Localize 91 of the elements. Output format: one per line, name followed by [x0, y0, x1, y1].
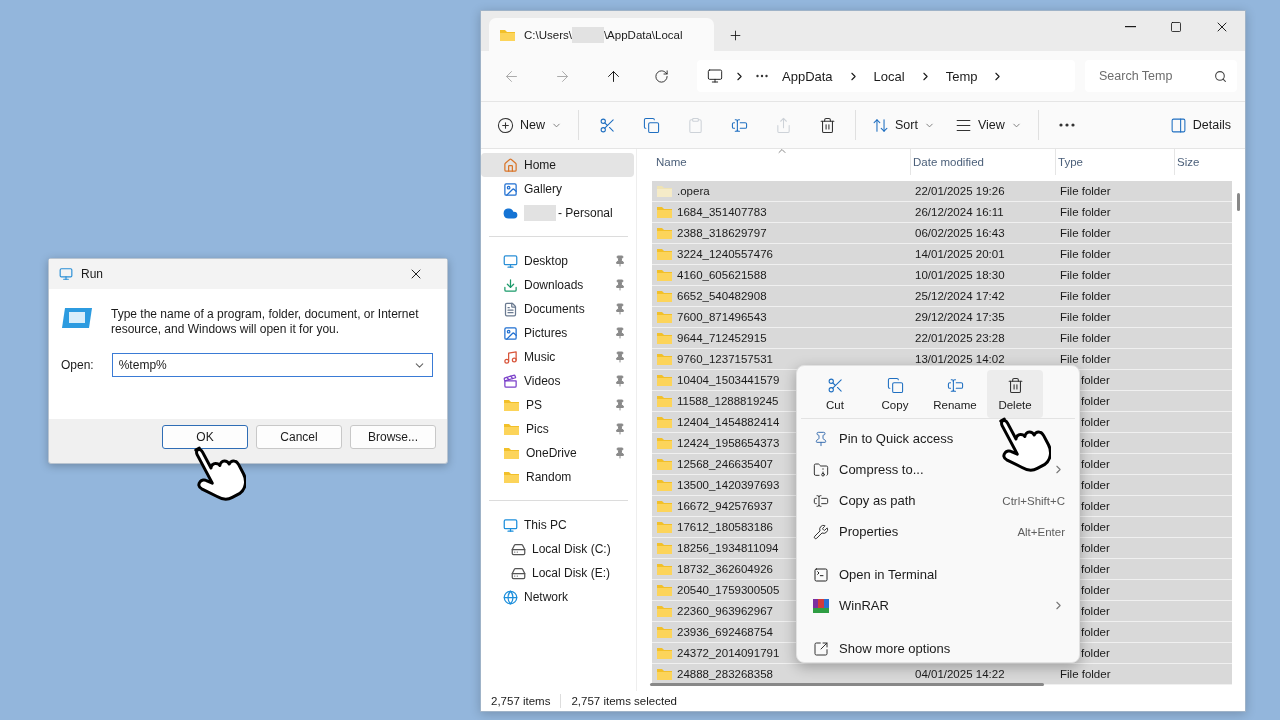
file-name: .opera — [677, 185, 710, 197]
file-name: 17612_180583186 — [677, 521, 773, 533]
file-name: 3224_1240557476 — [677, 248, 773, 260]
nav-label: Downloads — [524, 278, 584, 292]
file-name: 23936_692468754 — [677, 626, 773, 638]
file-name: 4160_605621588 — [677, 269, 767, 281]
file-name: 9760_1237157531 — [677, 353, 773, 365]
type-text: File folder — [1060, 185, 1111, 197]
nav-label: Desktop — [524, 254, 569, 268]
open-label: Open: — [61, 358, 94, 372]
type-text: folder — [1081, 395, 1110, 407]
date-text: 22/01/2025 23:28 — [915, 332, 1005, 344]
type-text: File folder — [1060, 668, 1111, 680]
type-text: folder — [1081, 605, 1110, 617]
file-name: 1684_351407783 — [677, 206, 767, 218]
file-name: 13500_1420397693 — [677, 479, 780, 491]
date-text: 06/02/2025 16:43 — [915, 227, 1005, 239]
type-text: folder — [1081, 437, 1110, 449]
nav-label: Music — [524, 350, 556, 364]
file-name: 24888_283268358 — [677, 668, 773, 680]
date-text: 22/01/2025 19:26 — [915, 185, 1005, 197]
type-text: folder — [1081, 500, 1110, 512]
nav-label: Local Disk (C:) — [532, 542, 611, 556]
file-name: 24372_2014091791 — [677, 647, 780, 659]
file-name: 18732_362604926 — [677, 563, 773, 575]
nav-label: Network — [524, 590, 568, 604]
menu-label: Properties — [839, 524, 900, 539]
menu-label: Copy as path — [839, 493, 917, 508]
file-name: 20540_1759300505 — [677, 584, 780, 596]
date-text: 29/12/2024 17:35 — [915, 311, 1005, 323]
date-text: 10/01/2025 18:30 — [915, 269, 1005, 281]
file-name: 16672_942576937 — [677, 500, 773, 512]
nav-label: Pics — [526, 422, 549, 436]
type-text: folder — [1081, 479, 1110, 491]
item-count: 2,757 items — [491, 695, 551, 707]
type-text: folder — [1081, 521, 1110, 533]
nav-label: Home — [524, 158, 556, 172]
file-name: 6652_540482908 — [677, 290, 767, 302]
type-text: folder — [1081, 416, 1110, 428]
file-name: 11588_1288819245 — [677, 395, 779, 407]
file-name: 9644_712452915 — [677, 332, 767, 344]
date-text: 14/01/2025 20:01 — [915, 248, 1005, 260]
nav-label: Videos — [524, 374, 561, 388]
type-text: folder — [1081, 563, 1110, 575]
window-title: Run — [81, 267, 104, 281]
file-name: 12424_1958654373 — [677, 437, 780, 449]
type-text: File folder — [1060, 269, 1111, 281]
shortcut-text: Ctrl+Shift+C — [1002, 494, 1065, 507]
nav-label: Local Disk (E:) — [532, 566, 611, 580]
nav-label: PS — [526, 398, 542, 412]
nav-label: This PC — [524, 518, 567, 532]
nav-label: - Personal — [558, 206, 613, 220]
file-name: 7600_871496543 — [677, 311, 767, 323]
type-text: File folder — [1060, 248, 1111, 260]
file-name: 12568_246635407 — [677, 458, 773, 470]
nav-label: Gallery — [524, 182, 562, 196]
type-text: folder — [1081, 458, 1110, 470]
type-text: File folder — [1060, 332, 1111, 344]
selection-count: 2,757 items selected — [571, 695, 677, 707]
menu-label: Compress to... — [839, 462, 925, 477]
date-text: 25/12/2024 17:42 — [915, 290, 1005, 302]
file-name: 2388_318629797 — [677, 227, 767, 239]
nav-label: Documents — [524, 302, 585, 316]
tab-title: \AppData\Local — [603, 28, 683, 41]
nav-label: Pictures — [524, 326, 568, 340]
file-name: 18256_1934811094 — [677, 542, 779, 554]
file-name: 10404_1503441579 — [677, 374, 780, 386]
type-text: File folder — [1060, 290, 1111, 302]
menu-label: Open in Terminal — [839, 567, 939, 582]
type-text: File folder — [1060, 353, 1111, 365]
menu-label: WinRAR — [839, 598, 890, 613]
type-text: folder — [1081, 626, 1110, 638]
type-text: folder — [1081, 374, 1110, 386]
menu-label: Show more options — [839, 641, 952, 656]
type-text: File folder — [1060, 206, 1111, 218]
shortcut-text: Alt+Enter — [1017, 525, 1065, 538]
type-text: folder — [1081, 584, 1110, 596]
date-text: 04/01/2025 14:22 — [915, 668, 1005, 680]
menu-label: Pin to Quick access — [839, 431, 955, 446]
date-text: 13/01/2025 14:02 — [915, 353, 1005, 365]
instruction-text: Type the name of a program, folder, document, or Internet resource, and Windows will open it for you. — [111, 307, 420, 337]
file-name: 12404_1454882414 — [677, 416, 780, 428]
date-text: 26/12/2024 16:11 — [915, 206, 1004, 218]
type-text: File folder — [1060, 311, 1111, 323]
nav-label: Random — [526, 470, 572, 484]
type-text: File folder — [1060, 227, 1111, 239]
type-text: folder — [1081, 647, 1110, 659]
tab-title: C:\Users\ — [524, 28, 572, 41]
file-name: 22360_963962967 — [677, 605, 773, 617]
type-text: folder — [1081, 542, 1110, 554]
nav-label: OneDrive — [526, 446, 577, 460]
